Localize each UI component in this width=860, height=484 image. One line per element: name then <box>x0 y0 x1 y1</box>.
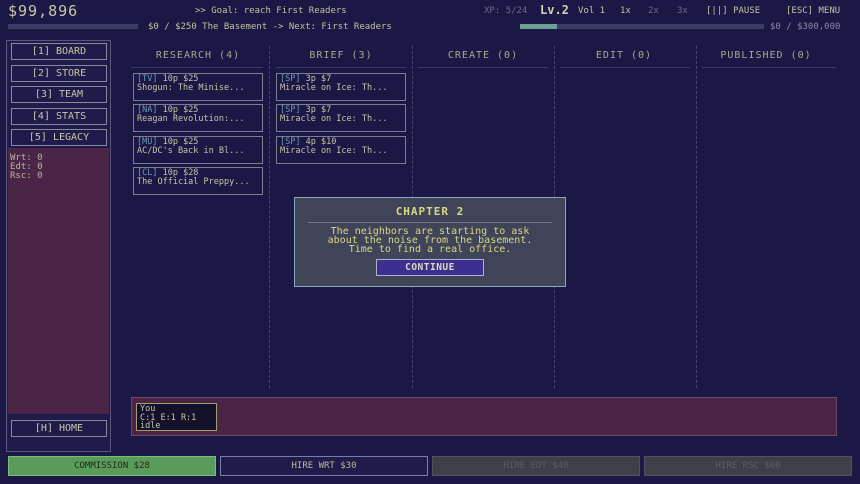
dialog-message: The neighbors are starting to ask about … <box>294 227 566 255</box>
column-divider <box>418 67 548 68</box>
story-card[interactable]: [TV] 10p $25 Shogun: The Minise... <box>133 73 263 101</box>
nav-legacy-button[interactable]: [5] LEGACY <box>11 129 107 146</box>
revenue-progress-bar <box>520 24 764 29</box>
menu-button[interactable]: [ESC] MENU <box>786 6 840 16</box>
home-button[interactable]: [H] HOME <box>11 420 107 437</box>
dialog-divider <box>308 222 552 223</box>
column-divider <box>131 67 263 68</box>
card-title: The Official Preppy... <box>137 177 250 187</box>
nav-store-button[interactable]: [2] STORE <box>11 65 107 82</box>
card-title: Miracle on Ice: Th... <box>280 83 388 93</box>
story-card[interactable]: [CL] 10p $28 The Official Preppy... <box>133 167 263 195</box>
revenue-progress-label: $0 / $300,000 <box>770 22 841 32</box>
column-header-edit: EDIT (0) <box>595 50 653 61</box>
nav-board-button[interactable]: [1] BOARD <box>11 43 107 60</box>
commission-button[interactable]: COMMISSION $28 <box>8 456 216 476</box>
goal-text: >> Goal: reach First Readers <box>195 6 347 16</box>
staff-counts: Wrt: 0 Edt: 0 Rsc: 0 <box>10 154 43 181</box>
xp-display: XP: 5/24 <box>484 6 528 16</box>
hire-writer-button[interactable]: HIRE WRT $30 <box>220 456 428 476</box>
staff-panel <box>131 397 837 436</box>
goal-progress-label: $0 / $250 The Basement -> Next: First Re… <box>148 22 392 32</box>
goal-progress-bar <box>8 24 138 29</box>
column-header-brief: BRIEF (3) <box>309 50 373 61</box>
card-title: Reagan Revolution:... <box>137 114 245 124</box>
card-title: Shogun: The Minise... <box>137 83 245 93</box>
column-separator <box>269 46 270 388</box>
sidebar-panel <box>8 148 109 414</box>
column-divider <box>276 67 406 68</box>
hire-editor-button[interactable]: HIRE EDT $40 <box>432 456 640 476</box>
speed-1x-button[interactable]: 1x <box>620 6 631 16</box>
staff-card[interactable]: You C:1 E:1 R:1 idle <box>136 403 217 431</box>
story-card[interactable]: [SP] 3p $7 Miracle on Ice: Th... <box>276 104 406 132</box>
column-divider <box>702 67 836 68</box>
continue-button[interactable]: CONTINUE <box>376 259 484 276</box>
story-card[interactable]: [MU] 10p $25 AC/DC's Back in Bl... <box>133 136 263 164</box>
column-divider <box>560 67 690 68</box>
money-display: $99,896 <box>8 2 79 20</box>
dialog-title: CHAPTER 2 <box>395 205 465 218</box>
pause-button[interactable]: [||] PAUSE <box>706 6 760 16</box>
revenue-progress-fill <box>520 24 557 29</box>
speed-3x-button[interactable]: 3x <box>677 6 688 16</box>
column-header-published: PUBLISHED (0) <box>720 50 812 61</box>
story-card[interactable]: [SP] 3p $7 Miracle on Ice: Th... <box>276 73 406 101</box>
level-display: Lv.2 <box>540 3 569 17</box>
nav-stats-button[interactable]: [4] STATS <box>11 108 107 125</box>
hire-researcher-button[interactable]: HIRE RSC $60 <box>644 456 852 476</box>
staff-status: idle <box>140 421 161 431</box>
card-title: AC/DC's Back in Bl... <box>137 146 245 156</box>
researcher-count: Rsc: 0 <box>10 171 43 181</box>
nav-team-button[interactable]: [3] TEAM <box>11 86 107 103</box>
story-card[interactable]: [NA] 10p $25 Reagan Revolution:... <box>133 104 263 132</box>
column-header-create: CREATE (0) <box>447 50 519 61</box>
volume-display: Vol 1 <box>578 6 606 16</box>
column-header-research: RESEARCH (4) <box>155 50 241 61</box>
column-separator <box>696 46 697 388</box>
card-title: Miracle on Ice: Th... <box>280 146 388 156</box>
dialog-line: Time to find a real office. <box>348 244 512 255</box>
story-card[interactable]: [SP] 4p $10 Miracle on Ice: Th... <box>276 136 406 164</box>
speed-2x-button[interactable]: 2x <box>648 6 659 16</box>
card-title: Miracle on Ice: Th... <box>280 114 388 124</box>
